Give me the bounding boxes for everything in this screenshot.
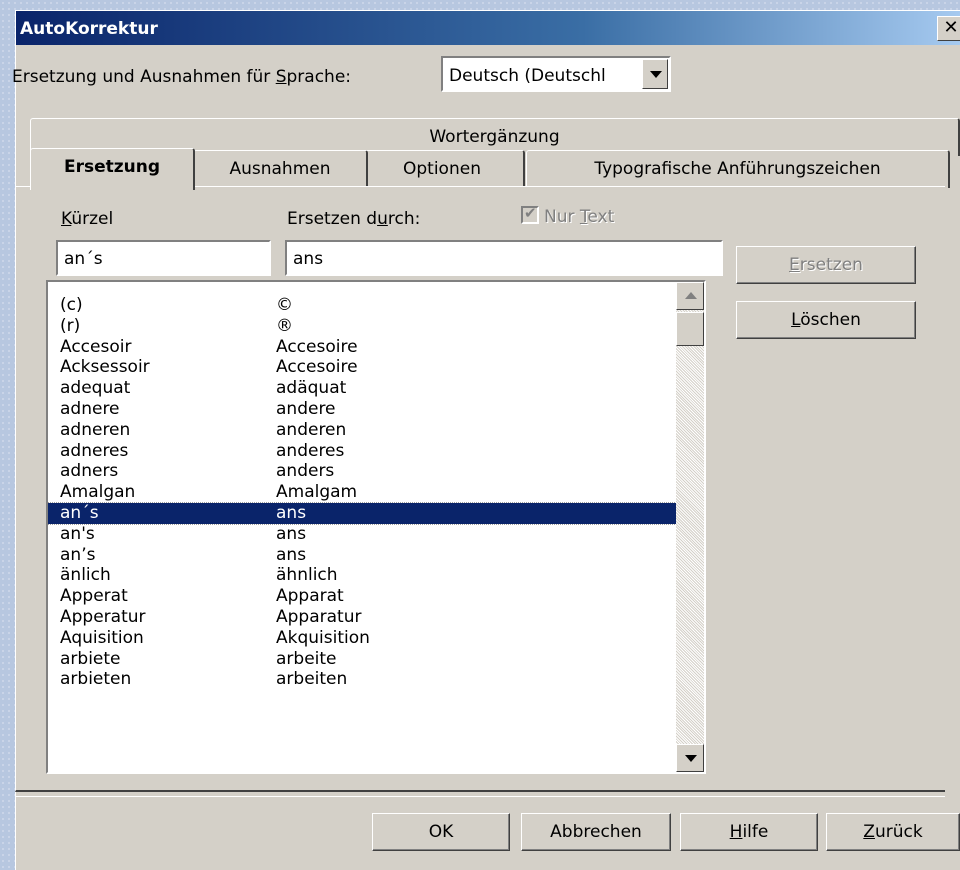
list-item[interactable]: adequat adäquat: [48, 378, 680, 399]
list-item-shortcut: (c): [60, 295, 83, 315]
list-item[interactable]: Amalgan Amalgam: [48, 482, 680, 503]
list-item-replacement: ähnlich: [276, 565, 338, 586]
list-item-replacement: adäquat: [276, 378, 347, 399]
window-title: AutoKorrektur: [20, 19, 158, 39]
list-item-shortcut: adners: [60, 461, 119, 482]
list-item-replacement: arbeite: [276, 648, 337, 669]
separator: [15, 796, 945, 797]
list-item-replacement: ans: [276, 544, 307, 565]
list-item[interactable]: adnere andere: [48, 399, 680, 420]
tab-ausnahmen[interactable]: Ausnahmen: [193, 150, 368, 188]
language-select-value: Deutsch (Deutschl: [449, 66, 606, 86]
list-item-shortcut: Apperatur: [60, 606, 146, 627]
list-item[interactable]: Acksessoir Accesoire: [48, 357, 680, 378]
scroll-up-icon[interactable]: [676, 282, 704, 310]
list-item-shortcut: Aquisition: [60, 627, 144, 648]
scroll-down-icon[interactable]: [676, 744, 704, 772]
list-item-shortcut: Apperat: [60, 586, 128, 607]
list-item[interactable]: (c) ©: [48, 295, 680, 316]
list-item-shortcut: adneren: [60, 419, 131, 440]
ersetzen-durch-label: Ersetzen durch:: [287, 209, 421, 229]
list-item[interactable]: adneren anderen: [48, 420, 680, 441]
list-item-shortcut: arbiete: [60, 648, 121, 669]
list-item-replacement: arbeiten: [276, 669, 348, 690]
list-item-replacement: anderes: [276, 440, 345, 461]
list-item-replacement: Accesoire: [276, 336, 358, 357]
vertical-scrollbar[interactable]: [676, 282, 704, 772]
list-item[interactable]: an’s ans: [48, 545, 680, 566]
tab-typografische-anfuehrungszeichen[interactable]: Typografische Anführungszeichen: [526, 150, 950, 188]
nur-text-checkbox[interactable]: [521, 204, 539, 224]
ersetzen-button[interactable]: Ersetzen: [736, 246, 916, 284]
language-label: Ersetzung und Ausnahmen für Sprache:: [12, 67, 352, 87]
list-item-shortcut: an’s: [60, 544, 96, 565]
list-item-shortcut: Amalgan: [60, 482, 136, 503]
language-select[interactable]: Deutsch (Deutschl: [441, 56, 671, 92]
list-item-shortcut: Acksessoir: [60, 357, 150, 378]
list-item-replacement: ®: [276, 315, 293, 336]
list-item[interactable]: (r) ®: [48, 316, 680, 337]
zurueck-button[interactable]: Zurück: [826, 813, 960, 851]
scroll-thumb[interactable]: [676, 312, 704, 346]
list-item-replacement: ans: [276, 523, 307, 544]
tab-optionen[interactable]: Optionen: [360, 150, 525, 188]
list-item-replacement: Accesoire: [276, 357, 358, 378]
list-item-replacement: ©: [276, 295, 293, 315]
list-item[interactable]: an´s ans: [48, 501, 681, 525]
abbrechen-button[interactable]: Abbrechen: [521, 813, 671, 851]
list-item-shortcut: arbieten: [60, 669, 132, 690]
close-icon: ✕: [943, 17, 959, 38]
list-item-replacement: Amalgam: [276, 482, 358, 503]
hilfe-button[interactable]: Hilfe: [680, 813, 818, 851]
list-item-replacement: Akquisition: [276, 627, 370, 648]
close-button[interactable]: ✕: [937, 16, 960, 41]
kuerzel-label: Kürzel: [61, 209, 114, 229]
list-item-shortcut: an´s: [60, 502, 99, 523]
list-item[interactable]: arbieten arbeiten: [48, 669, 680, 690]
list-item[interactable]: änlich ähnlich: [48, 565, 680, 586]
chevron-down-icon[interactable]: [642, 59, 668, 89]
list-item[interactable]: Apperat Apparat: [48, 586, 680, 607]
list-item-replacement: ans: [276, 502, 307, 523]
list-item-replacement: Apparatur: [276, 606, 362, 627]
list-item-replacement: andere: [276, 398, 336, 419]
nur-text-label: Nur Text: [544, 207, 615, 227]
list-item-shortcut: an's: [60, 523, 95, 544]
list-item[interactable]: adneres anderes: [48, 441, 680, 462]
list-item[interactable]: Apperatur Apparatur: [48, 607, 680, 628]
autocorrect-list[interactable]: (c) © (r) ® Accesoir Accesoire Acksessoir Acces…: [46, 280, 706, 774]
list-item[interactable]: Aquisition Akquisition: [48, 628, 680, 649]
list-item-shortcut: änlich: [60, 565, 111, 586]
list-item[interactable]: an's ans: [48, 524, 680, 545]
loeschen-button[interactable]: Löschen: [736, 301, 916, 339]
title-bar[interactable]: AutoKorrektur ✕: [16, 11, 960, 45]
list-item-replacement: Apparat: [276, 586, 344, 607]
list-item-shortcut: adneres: [60, 440, 129, 461]
list-item-shortcut: adequat: [60, 378, 131, 399]
list-item-shortcut: Accesoir: [60, 336, 132, 357]
ersetzen-durch-input[interactable]: ans: [285, 240, 723, 276]
tab-ersetzung[interactable]: Ersetzung: [30, 148, 195, 190]
list-item[interactable]: Accesoir Accesoire: [48, 337, 680, 358]
list-item[interactable]: adners anders: [48, 461, 680, 482]
ok-button[interactable]: OK: [372, 813, 510, 851]
list-item-shortcut: (r): [60, 315, 81, 336]
list-item-replacement: anders: [276, 461, 335, 482]
list-item-shortcut: adnere: [60, 398, 120, 419]
list-item[interactable]: arbiete arbeite: [48, 649, 680, 670]
kuerzel-input[interactable]: an´s: [56, 240, 271, 276]
list-item-replacement: anderen: [276, 419, 347, 440]
